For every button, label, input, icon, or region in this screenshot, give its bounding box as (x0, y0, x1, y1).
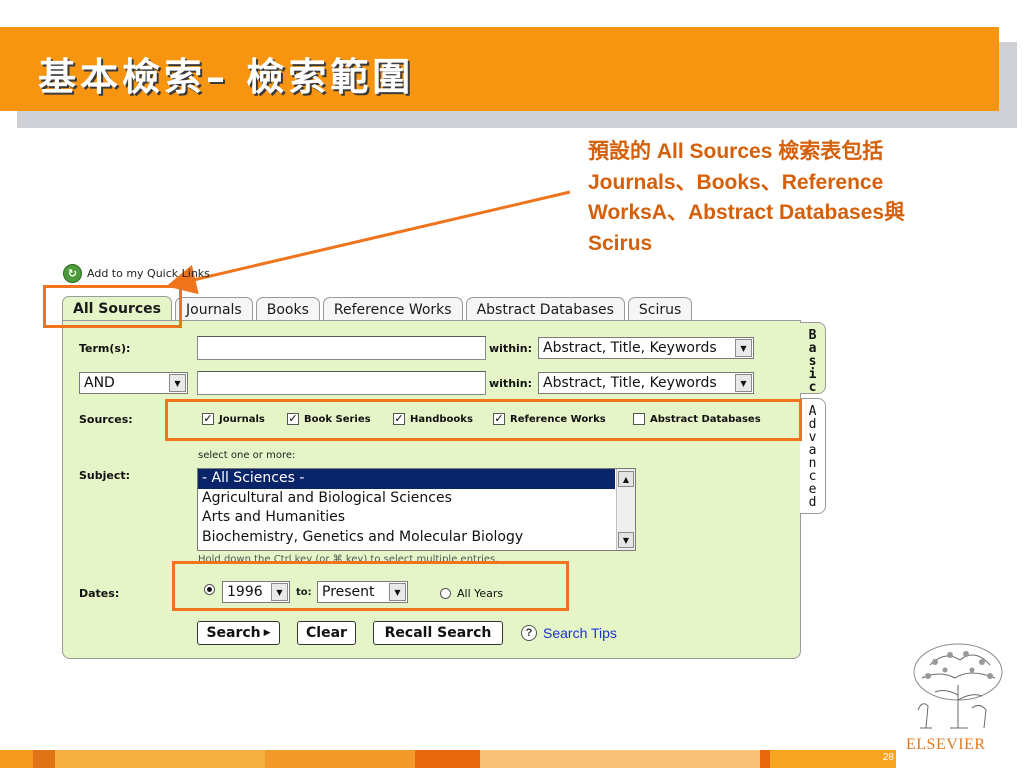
list-item[interactable]: Biochemistry, Genetics and Molecular Bio… (198, 528, 635, 548)
slide-title: 基本檢索– 檢索範圍 (38, 54, 415, 99)
highlight-sources (165, 399, 802, 441)
clear-button[interactable]: Clear (297, 621, 356, 645)
within-select-2-value: Abstract, Title, Keywords (543, 375, 717, 391)
dates-label: Dates: (79, 587, 120, 600)
highlight-all-sources (43, 285, 182, 328)
chevron-down-icon: ▼ (735, 339, 752, 357)
highlight-dates (172, 561, 569, 611)
listbox-scrollbar[interactable]: ▲ ▼ (616, 469, 635, 550)
elsevier-logo-text: ELSEVIER (906, 736, 986, 753)
tab-advanced-label: Advanced (808, 404, 817, 510)
footer-bar (480, 750, 760, 768)
list-item[interactable]: - All Sciences - (198, 469, 615, 489)
footer-bar (33, 750, 55, 768)
tab-advanced[interactable]: Advanced (800, 398, 826, 514)
page-number: 28 (882, 752, 894, 763)
term-input-2[interactable] (197, 371, 486, 395)
sources-label: Sources: (79, 413, 133, 426)
search-button-label: Search (206, 625, 261, 641)
elsevier-tree-logo (913, 643, 1003, 729)
select-hint: select one or more: (198, 450, 296, 461)
footer-bar (415, 750, 480, 768)
operator-select-value: AND (84, 375, 115, 391)
subject-listbox[interactable]: - All Sciences - Agricultural and Biolog… (197, 468, 636, 551)
term-input-1[interactable] (197, 336, 486, 360)
within-select-1[interactable]: Abstract, Title, Keywords ▼ (538, 337, 754, 359)
quick-links-icon: ↻ (63, 263, 82, 283)
tab-journals[interactable]: Journals (175, 297, 253, 321)
list-item[interactable]: Agricultural and Biological Sciences (198, 489, 635, 509)
quick-links[interactable]: ↻ Add to my Quick Links (63, 263, 210, 283)
scroll-down-icon[interactable]: ▼ (618, 532, 634, 548)
operator-select[interactable]: AND ▼ (79, 372, 188, 394)
footer-bar (0, 750, 33, 768)
scroll-up-icon[interactable]: ▲ (618, 471, 634, 487)
list-item[interactable]: Arts and Humanities (198, 508, 635, 528)
help-icon: ? (521, 625, 537, 641)
chevron-down-icon: ▼ (169, 374, 186, 392)
within-label-1: within: (489, 342, 533, 355)
chevron-down-icon: ▼ (735, 374, 752, 392)
callout-text: 預設的 All Sources 檢索表包括 Journals、Books、Ref… (588, 140, 906, 255)
within-select-2[interactable]: Abstract, Title, Keywords ▼ (538, 372, 754, 394)
subject-label: Subject: (79, 469, 131, 482)
search-button[interactable]: Search ▶ (197, 621, 280, 645)
terms-label: Term(s): (79, 342, 131, 355)
within-label-2: within: (489, 377, 533, 390)
play-arrow-icon: ▶ (263, 628, 271, 638)
within-select-1-value: Abstract, Title, Keywords (543, 340, 717, 356)
tab-abstract-databases[interactable]: Abstract Databases (465, 297, 625, 321)
footer-bar (55, 750, 265, 768)
recall-search-button[interactable]: Recall Search (373, 621, 503, 645)
footer-bar (760, 750, 770, 768)
tab-scirus[interactable]: Scirus (627, 297, 693, 321)
search-tips-label: Search Tips (543, 625, 617, 641)
footer-bar (265, 750, 415, 768)
tab-basic[interactable]: Basic (800, 322, 826, 394)
tab-reference-works[interactable]: Reference Works (322, 297, 463, 321)
quick-links-label: Add to my Quick Links (87, 266, 210, 280)
search-tips-link[interactable]: ? Search Tips (521, 625, 617, 641)
tab-basic-label: Basic (808, 328, 817, 395)
tab-books[interactable]: Books (255, 297, 320, 321)
